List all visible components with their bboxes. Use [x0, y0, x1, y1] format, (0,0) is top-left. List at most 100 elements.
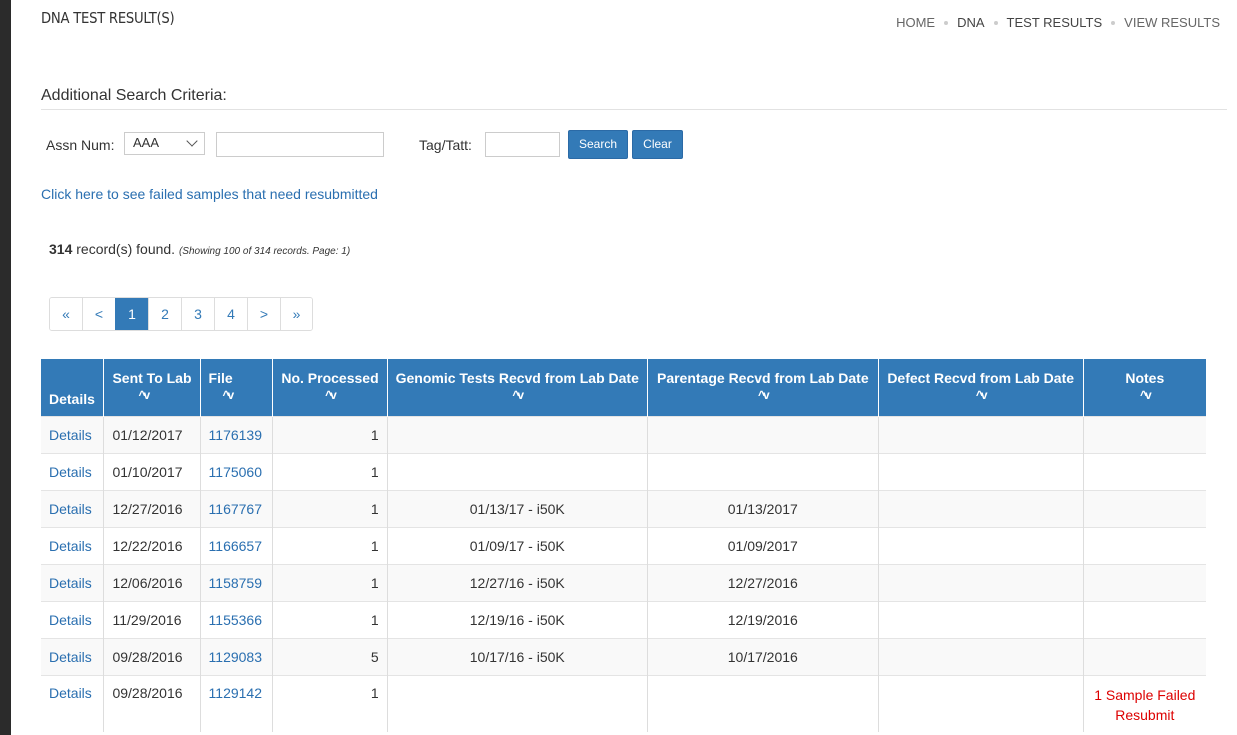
cell-defect [877, 563, 1084, 601]
search-button[interactable]: Search [568, 130, 628, 159]
file-link[interactable]: 1155366 [199, 600, 273, 638]
cell-defect [877, 600, 1084, 638]
sort-icon[interactable]: ^v [1092, 389, 1198, 403]
pager-next[interactable]: > [247, 298, 280, 330]
search-criteria-heading: Additional Search Criteria: [41, 87, 1227, 110]
details-link[interactable]: Details [41, 600, 104, 638]
cell-parentage: 01/09/2017 [646, 526, 879, 564]
cell-processed: 1 [272, 415, 388, 453]
pager-prev[interactable]: < [82, 298, 115, 330]
cell-genomic: 12/19/16 - i50K [386, 600, 648, 638]
chevron-down-icon [186, 135, 198, 147]
table-row: Details 11/29/2016 1155366 1 12/19/16 - i50K… [41, 600, 1206, 638]
cell-genomic: 12/27/16 - i50K [386, 563, 648, 601]
file-link[interactable]: 1175060 [199, 452, 273, 490]
pager-first[interactable]: « [50, 298, 82, 330]
sort-icon[interactable]: ^v [656, 389, 870, 403]
assn-num-input[interactable] [216, 132, 384, 157]
pager-page-4[interactable]: 4 [214, 298, 247, 330]
cell-genomic: 01/13/17 - i50K [386, 489, 648, 527]
file-link[interactable]: 1176139 [199, 415, 273, 453]
cell-genomic [386, 452, 648, 490]
col-notes[interactable]: Notes ^v [1082, 359, 1206, 416]
tag-tatt-input[interactable] [485, 132, 560, 157]
pager-page-1[interactable]: 1 [115, 298, 148, 330]
page-title: DNA TEST RESULT(S) [41, 9, 175, 27]
cell-notes [1082, 489, 1206, 527]
col-genomic-label: Genomic Tests Recvd from Lab Date [395, 370, 639, 386]
col-parentage-label: Parentage Recvd from Lab Date [656, 370, 869, 386]
pager-last[interactable]: » [280, 298, 312, 330]
cell-sent-to-lab: 12/27/2016 [103, 489, 201, 527]
pager-page-2[interactable]: 2 [148, 298, 181, 330]
col-defect-label: Defect Recvd from Lab Date [887, 370, 1075, 386]
col-file[interactable]: File ^v [199, 359, 273, 416]
cell-parentage: 12/19/2016 [646, 600, 879, 638]
cell-defect [877, 415, 1084, 453]
col-sent-to-lab[interactable]: Sent To Lab ^v [103, 359, 201, 416]
cell-sent-to-lab: 09/28/2016 [103, 637, 201, 675]
cell-sent-to-lab: 11/29/2016 [103, 600, 201, 638]
col-processed[interactable]: No. Processed ^v [272, 359, 388, 416]
left-sidebar-strip [0, 0, 11, 735]
sort-icon[interactable]: ^v [887, 389, 1075, 403]
cell-genomic [386, 415, 648, 453]
file-link[interactable]: 1166657 [199, 526, 273, 564]
breadcrumb-separator [944, 20, 949, 25]
cell-sent-to-lab: 12/06/2016 [103, 563, 201, 601]
results-table: Details Sent To Lab ^v File ^v No. Process… [41, 359, 1206, 732]
cell-notes [1082, 600, 1206, 638]
details-link[interactable]: Details [41, 674, 104, 732]
sort-icon[interactable]: ^v [112, 389, 191, 403]
col-file-label: File [208, 370, 233, 386]
cell-notes [1082, 415, 1206, 453]
col-genomic[interactable]: Genomic Tests Recvd from Lab Date ^v [386, 359, 648, 416]
cell-notes [1082, 637, 1206, 675]
cell-processed: 1 [272, 600, 388, 638]
cell-processed: 5 [272, 637, 388, 675]
cell-parentage: 10/17/2016 [646, 637, 879, 675]
clear-button[interactable]: Clear [632, 130, 683, 159]
table-row: Details 01/10/2017 1175060 1 [41, 452, 1206, 490]
table-header-row: Details Sent To Lab ^v File ^v No. Process… [41, 359, 1206, 416]
breadcrumb-dna[interactable]: DNA [957, 15, 984, 30]
breadcrumb-test-results[interactable]: TEST RESULTS [1007, 15, 1103, 30]
col-parentage[interactable]: Parentage Recvd from Lab Date ^v [646, 359, 879, 416]
search-form: Assn Num: AAA Tag/Tatt: Search Clear [46, 130, 746, 159]
cell-defect [877, 452, 1084, 490]
breadcrumb: HOME DNA TEST RESULTS VIEW RESULTS [896, 15, 1220, 30]
assn-num-select-value: AAA [133, 135, 160, 150]
details-link[interactable]: Details [41, 563, 104, 601]
cell-notes: 1 Sample Failed Resubmit [1082, 674, 1206, 732]
sort-icon[interactable]: ^v [281, 389, 378, 403]
file-link[interactable]: 1129142 [199, 674, 273, 732]
table-row: Details 01/12/2017 1176139 1 [41, 415, 1206, 453]
breadcrumb-view-results[interactable]: VIEW RESULTS [1124, 15, 1220, 30]
cell-defect [877, 637, 1084, 675]
table-row: Details 12/27/2016 1167767 1 01/13/17 - i50K… [41, 489, 1206, 527]
col-details: Details [41, 359, 104, 416]
pager-page-3[interactable]: 3 [181, 298, 214, 330]
sort-icon[interactable]: ^v [396, 389, 639, 403]
col-defect[interactable]: Defect Recvd from Lab Date ^v [877, 359, 1084, 416]
file-link[interactable]: 1167767 [199, 489, 273, 527]
sort-icon[interactable]: ^v [209, 389, 265, 403]
pagination: « < 1 2 3 4 > » [49, 297, 313, 331]
col-notes-label: Notes [1125, 370, 1165, 386]
details-link[interactable]: Details [41, 526, 104, 564]
details-link[interactable]: Details [41, 489, 104, 527]
cell-processed: 1 [272, 674, 388, 732]
cell-processed: 1 [272, 452, 388, 490]
failed-samples-link[interactable]: Click here to see failed samples that ne… [41, 186, 378, 202]
details-link[interactable]: Details [41, 637, 104, 675]
cell-genomic: 01/09/17 - i50K [386, 526, 648, 564]
file-link[interactable]: 1158759 [199, 563, 273, 601]
details-link[interactable]: Details [41, 452, 104, 490]
cell-genomic: 10/17/16 - i50K [386, 637, 648, 675]
breadcrumb-home[interactable]: HOME [896, 15, 935, 30]
details-link[interactable]: Details [41, 415, 104, 453]
cell-sent-to-lab: 01/12/2017 [103, 415, 201, 453]
cell-parentage: 12/27/2016 [646, 563, 879, 601]
assn-num-select[interactable]: AAA [124, 132, 205, 155]
file-link[interactable]: 1129083 [199, 637, 273, 675]
